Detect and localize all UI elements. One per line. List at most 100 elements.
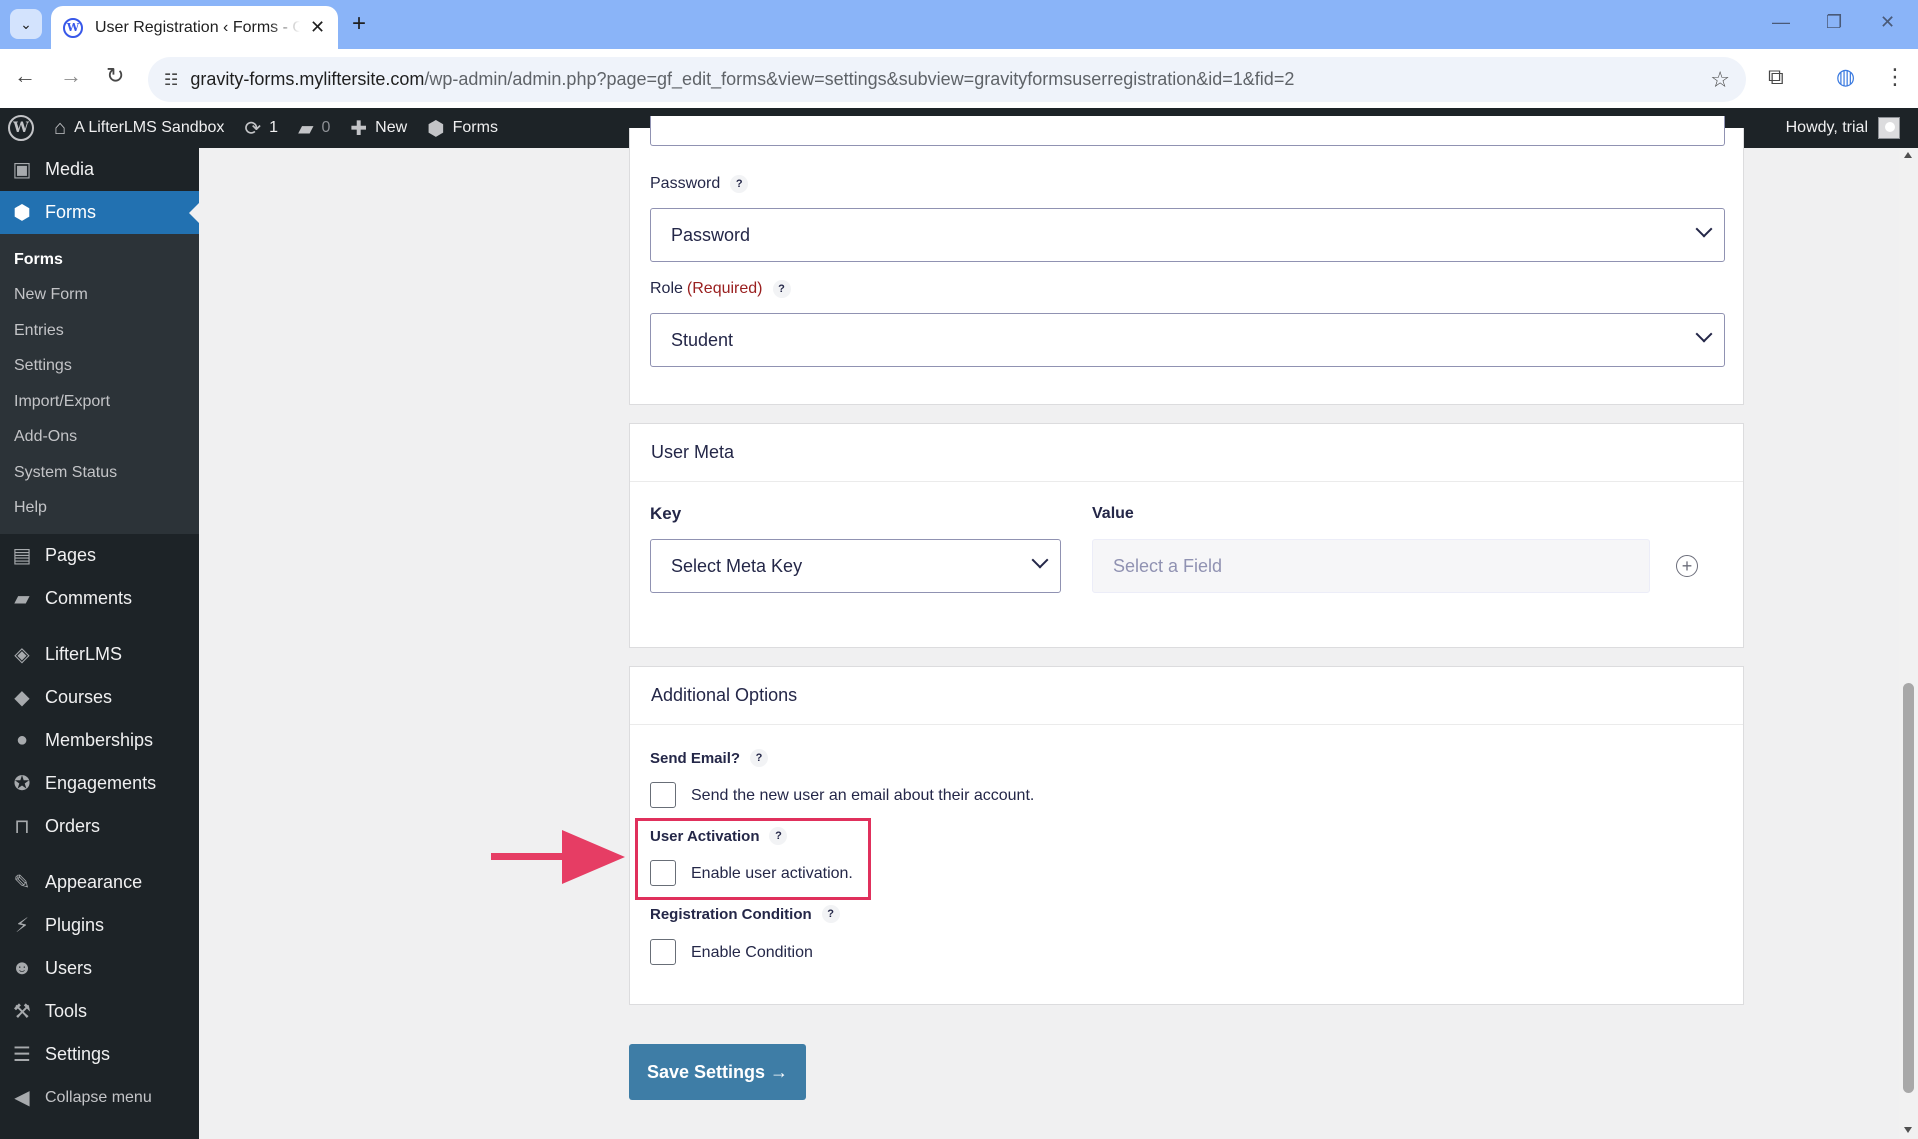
send-email-checkbox[interactable] (650, 782, 676, 808)
save-settings-button[interactable]: Save Settings → (629, 1044, 806, 1100)
submenu-entries[interactable]: Entries (0, 313, 199, 349)
password-label: Password ? (650, 175, 749, 193)
tab-search-button[interactable]: ⌄ (10, 9, 42, 39)
submenu-import-export[interactable]: Import/Export (0, 384, 199, 420)
forms-adminbar-link[interactable]: ⬢ Forms (417, 108, 508, 148)
submenu-add-ons[interactable]: Add-Ons (0, 420, 199, 456)
submenu-help[interactable]: Help (0, 491, 199, 527)
meta-value-select[interactable]: Select a Field (1092, 539, 1650, 593)
menu-users[interactable]: ☻ Users (0, 947, 199, 990)
page-scrollbar[interactable] (1899, 148, 1918, 1139)
address-bar[interactable]: ☷ gravity-forms.myliftersite.com/wp-admi… (148, 57, 1746, 102)
profile-icon[interactable]: ◍ (1836, 64, 1855, 90)
annotation-arrow-icon (562, 830, 625, 884)
add-meta-row-icon[interactable]: + (1676, 555, 1698, 577)
menu-plugins[interactable]: ⚡ Plugins (0, 904, 199, 947)
restore-icon[interactable]: ❐ (1826, 12, 1842, 33)
close-icon[interactable]: ✕ (310, 17, 325, 38)
bookmark-star-icon[interactable]: ☆ (1710, 67, 1730, 93)
menu-forms[interactable]: ⬢ Forms (0, 191, 199, 234)
admin-sidebar: ▣ Media ⬢ Forms Forms New Form Entries Set… (0, 148, 199, 1139)
chevron-down-icon (1695, 325, 1713, 343)
annotation-arrow-shaft (491, 853, 571, 860)
home-icon: ⌂ (54, 116, 67, 139)
site-name-link[interactable]: ⌂ A LifterLMS Sandbox (44, 108, 234, 148)
my-account-menu[interactable]: Howdy, trial (1786, 108, 1900, 148)
help-icon[interactable]: ? (772, 280, 791, 298)
tab-title: User Registration ‹ Forms - Gravity Form… (95, 18, 300, 36)
updates-link[interactable]: ⟳ 1 (234, 108, 288, 148)
menu-pages[interactable]: ▤ Pages (0, 534, 199, 577)
new-tab-button[interactable]: + (352, 10, 366, 38)
scrollbar-thumb[interactable] (1903, 683, 1914, 1093)
menu-settings[interactable]: ☰ Settings (0, 1033, 199, 1076)
extensions-icon[interactable]: ⧉ (1768, 64, 1784, 90)
url-text: gravity-forms.myliftersite.com/wp-admin/… (190, 69, 1295, 89)
help-icon[interactable]: ? (821, 905, 840, 923)
window-close-icon[interactable]: ✕ (1880, 12, 1895, 33)
submenu-forms[interactable]: Forms (0, 242, 199, 278)
user-activation-highlight-box (635, 818, 871, 900)
role-label: Role (Required) ? (650, 280, 791, 298)
browser-tab-strip: ⌄ W User Registration ‹ Forms - Gravity … (0, 0, 1918, 49)
comment-icon: ▰ (298, 117, 314, 140)
menu-tools[interactable]: ⚒ Tools (0, 990, 199, 1033)
comments-icon: ▰ (14, 588, 30, 610)
menu-comments[interactable]: ▰ Comments (0, 577, 199, 620)
meta-key-label: Key (650, 504, 682, 523)
gravity-forms-icon: ⬢ (427, 117, 445, 140)
submenu-system-status[interactable]: System Status (0, 455, 199, 491)
menu-media[interactable]: ▣ Media (0, 148, 199, 191)
menu-lifterlms[interactable]: ◈ LifterLMS (0, 633, 199, 676)
menu-orders[interactable]: ⊓ Orders (0, 805, 199, 848)
role-select[interactable]: Student (650, 313, 1725, 367)
forward-icon[interactable]: → (60, 63, 82, 89)
user-meta-title: User Meta (630, 424, 1743, 482)
additional-options-title: Additional Options (630, 667, 1743, 725)
forms-icon: ⬢ (13, 202, 31, 224)
user-meta-panel: User Meta Key Value Select Meta Key Sele… (629, 423, 1744, 648)
user-settings-panel: Password ? Password Role (Required) ? St… (629, 116, 1744, 405)
submenu-new-form[interactable]: New Form (0, 278, 199, 314)
send-email-label: Send Email? ? (650, 749, 769, 767)
wp-logo-menu[interactable]: W (0, 108, 44, 148)
collapse-icon: ◀ (14, 1087, 30, 1109)
reload-icon[interactable]: ↻ (106, 63, 124, 89)
registration-condition-label: Registration Condition ? (650, 905, 840, 923)
scroll-up-icon[interactable] (1904, 152, 1912, 158)
send-email-checkbox-label[interactable]: Send the new user an email about their a… (691, 787, 1034, 805)
menu-engagements[interactable]: ✪ Engagements (0, 762, 199, 805)
appearance-icon: ✎ (13, 872, 31, 894)
previous-field-select[interactable] (650, 116, 1725, 146)
settings-icon: ☰ (13, 1044, 31, 1066)
browser-tab-active[interactable]: W User Registration ‹ Forms - Gravity Fo… (51, 6, 338, 49)
collapse-menu-button[interactable]: ◀ Collapse menu (0, 1076, 199, 1119)
registration-condition-checkbox[interactable] (650, 939, 676, 965)
scroll-down-icon[interactable] (1904, 1127, 1912, 1133)
media-icon: ▣ (12, 159, 32, 181)
wordpress-logo-icon: W (8, 115, 34, 141)
tools-icon: ⚒ (13, 1001, 31, 1023)
minimize-icon[interactable]: — (1772, 12, 1790, 33)
menu-courses[interactable]: ◆ Courses (0, 676, 199, 719)
menu-appearance[interactable]: ✎ Appearance (0, 861, 199, 904)
submenu-settings[interactable]: Settings (0, 349, 199, 385)
engagements-icon: ✪ (13, 773, 31, 795)
chevron-down-icon: ⌄ (20, 15, 32, 32)
meta-key-select[interactable]: Select Meta Key (650, 539, 1061, 593)
browser-menu-icon[interactable]: ⋮ (1884, 64, 1906, 90)
help-icon[interactable]: ? (730, 175, 749, 193)
updates-icon: ⟳ (244, 117, 262, 140)
password-select[interactable]: Password (650, 208, 1725, 262)
comments-link[interactable]: ▰ 0 (288, 108, 340, 148)
back-icon[interactable]: ← (14, 63, 36, 89)
meta-value-label: Value (1092, 505, 1134, 522)
menu-memberships[interactable]: ● Memberships (0, 719, 199, 762)
avatar (1878, 117, 1900, 139)
memberships-icon: ● (15, 729, 29, 751)
help-icon[interactable]: ? (750, 749, 769, 767)
new-content-link[interactable]: ✚ New (340, 108, 417, 148)
registration-condition-checkbox-label[interactable]: Enable Condition (691, 944, 813, 962)
site-info-icon[interactable]: ☷ (164, 70, 178, 90)
wordpress-icon: W (63, 17, 83, 38)
